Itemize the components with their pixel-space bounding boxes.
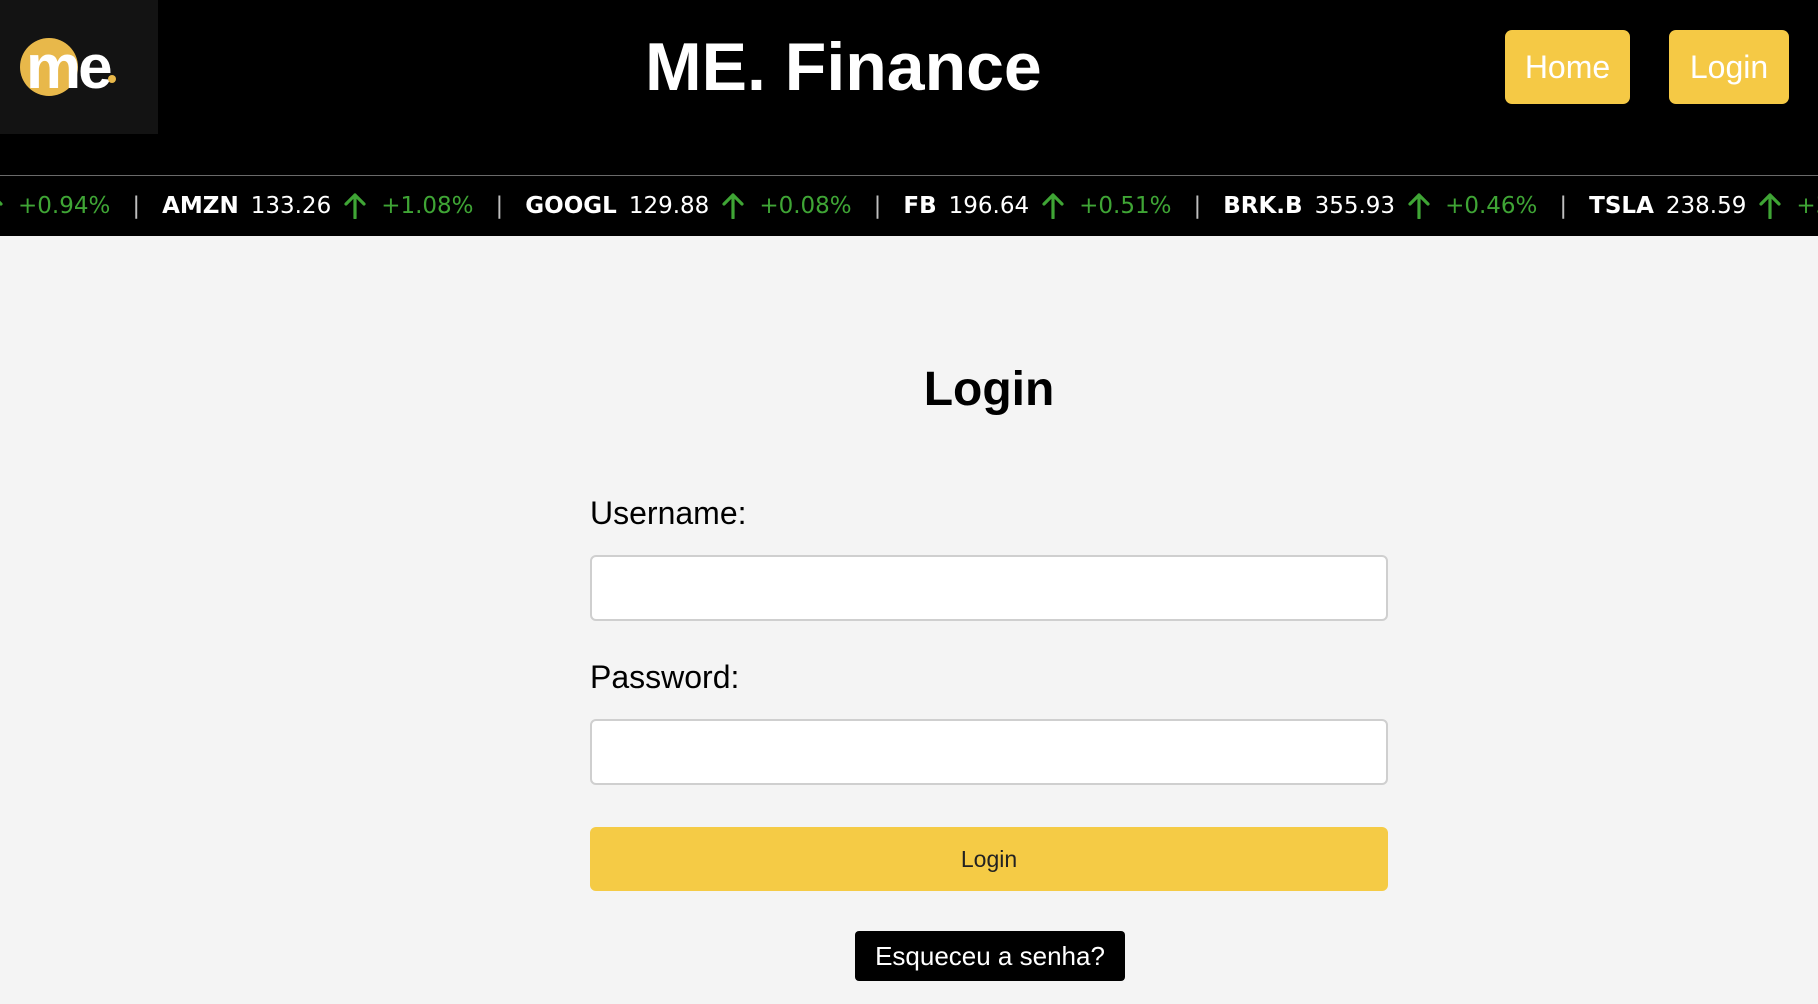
site-header: me ME. Finance Home Login [0,0,1818,175]
ticker-symbol: GOOGL [525,193,617,219]
stock-ticker: +0.94% | AMZN 133.26 +1.08% | GOOGL 129.… [0,175,1818,236]
ticker-separator: | [873,193,882,219]
arrow-up-icon [344,193,366,219]
ticker-item: TSLA 238.59 +3.72% [1589,193,1818,219]
username-label: Username: [590,495,747,531]
nav-home-button[interactable]: Home [1505,30,1630,104]
ticker-change: +0.51% [1079,193,1172,219]
site-title: ME. Finance [645,29,1042,105]
ticker-price: 133.26 [250,193,332,219]
forgot-password-button[interactable]: Esqueceu a senha? [855,931,1125,981]
ticker-track: +0.94% | AMZN 133.26 +1.08% | GOOGL 129.… [0,176,1818,236]
ticker-change: +1.08% [381,193,474,219]
ticker-separator: | [132,193,141,219]
ticker-price: 238.59 [1665,193,1747,219]
ticker-price: 196.64 [948,193,1030,219]
ticker-price: 355.93 [1314,193,1396,219]
logo-dot [108,75,116,83]
ticker-symbol: AMZN [162,193,239,219]
arrow-up-icon [722,193,744,219]
ticker-change: +3.72% [1796,193,1818,219]
ticker-symbol: TSLA [1589,193,1654,219]
password-label: Password: [590,659,740,695]
ticker-symbol: BRK.B [1223,193,1303,219]
nav-login-button[interactable]: Login [1669,30,1789,104]
ticker-change: +0.08% [759,193,852,219]
logo-text: me [26,33,113,102]
ticker-change: +0.46% [1445,193,1538,219]
login-submit-button[interactable]: Login [590,827,1388,891]
login-title: Login [923,363,1055,416]
ticker-separator: | [1193,193,1202,219]
arrow-up-icon [0,193,4,219]
logo[interactable]: me [0,0,158,134]
password-input[interactable] [590,719,1388,785]
username-input[interactable] [590,555,1388,621]
ticker-item: GOOGL 129.88 +0.08% [525,193,852,219]
ticker-change: +0.94% [18,193,111,219]
ticker-separator: | [495,193,504,219]
ticker-item: FB 196.64 +0.51% [903,193,1171,219]
ticker-item: AMZN 133.26 +1.08% [162,193,474,219]
ticker-symbol: FB [903,193,937,219]
arrow-up-icon [1408,193,1430,219]
ticker-price: 129.88 [628,193,710,219]
ticker-separator: | [1559,193,1568,219]
arrow-up-icon [1759,193,1781,219]
ticker-item: BRK.B 355.93 +0.46% [1223,193,1537,219]
arrow-up-icon [1042,193,1064,219]
